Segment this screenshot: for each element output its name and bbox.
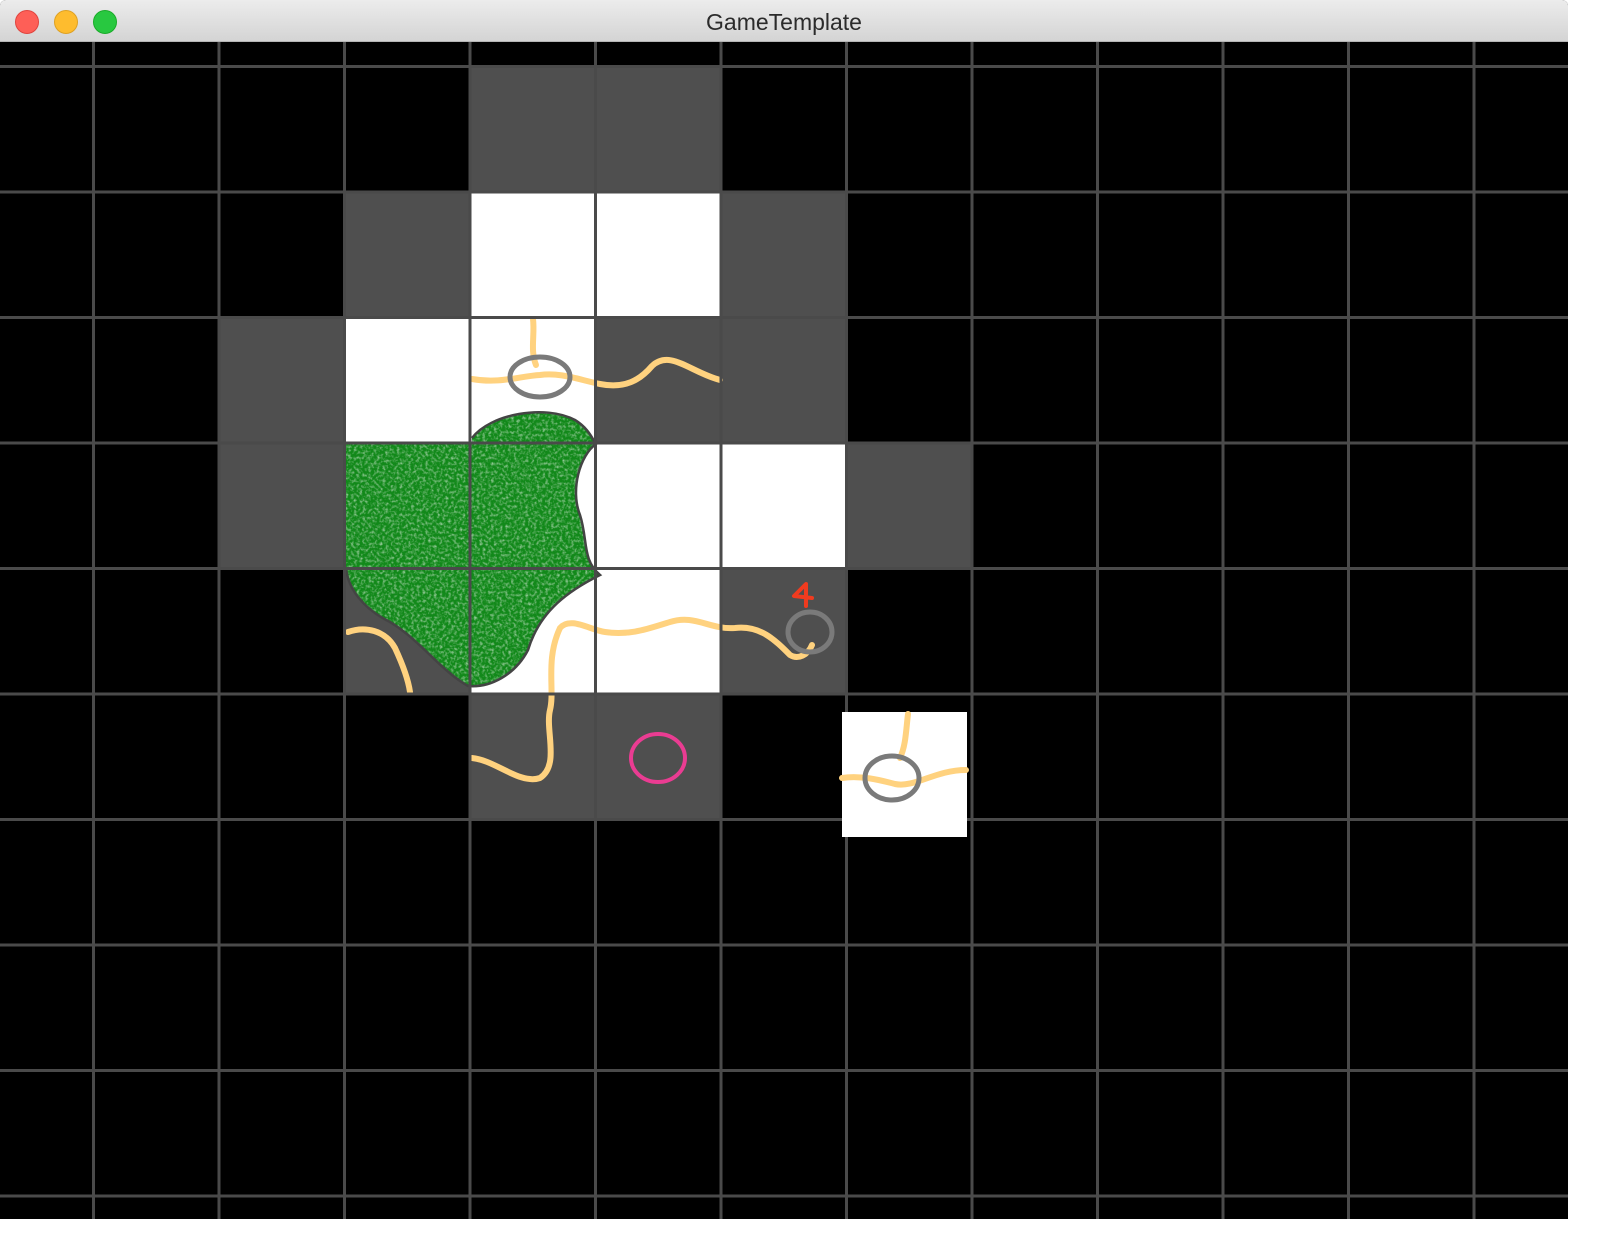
fog-tile (721, 192, 847, 318)
map-tile-road-with-ring (470, 192, 596, 318)
game-window: GameTemplate (0, 0, 1568, 1219)
fog-tile (219, 317, 345, 443)
fog-tile (721, 568, 847, 694)
fog-tile (470, 66, 596, 192)
map-tile-road (595, 192, 721, 318)
map-tile-road (595, 443, 721, 569)
fog-tile (219, 443, 345, 569)
fog-tile (595, 66, 721, 192)
fog-tile (846, 443, 972, 569)
game-viewport[interactable] (0, 42, 1568, 1219)
map-tile-forest (344, 317, 470, 443)
title-bar[interactable]: GameTemplate (0, 0, 1568, 42)
fog-tile (344, 192, 470, 318)
held-tile-road-with-ring[interactable] (839, 711, 969, 837)
fog-tile (595, 694, 721, 820)
game-board[interactable] (0, 42, 1568, 1219)
window-title: GameTemplate (706, 9, 862, 35)
fog-tile (721, 317, 847, 443)
map-tile-road-with-ring-and-flag (721, 443, 847, 569)
fog-tile (595, 317, 721, 443)
fog-tile (470, 694, 596, 820)
